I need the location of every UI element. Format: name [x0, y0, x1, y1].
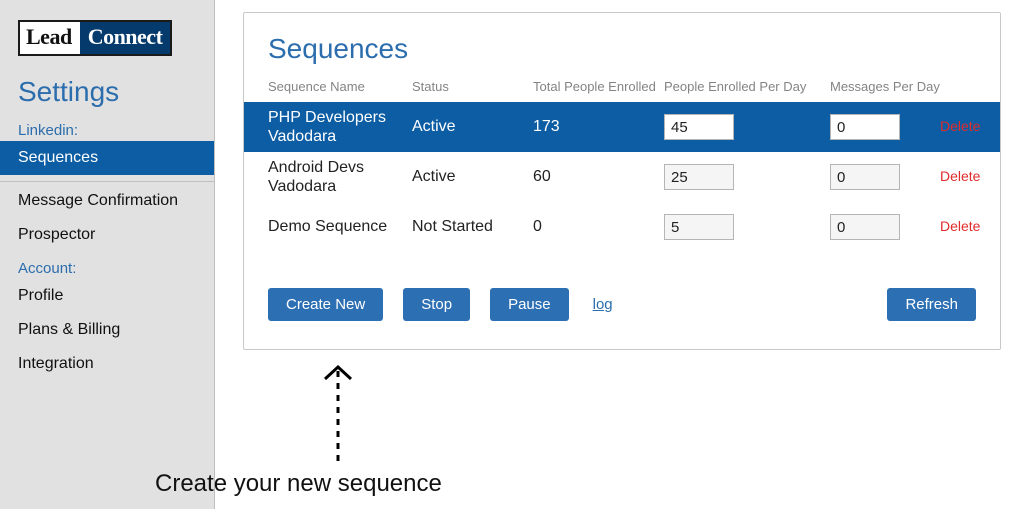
nav-prospector[interactable]: Prospector [0, 218, 214, 252]
delete-link[interactable]: Delete [940, 168, 980, 184]
input-ppd[interactable] [664, 214, 734, 240]
stop-button[interactable]: Stop [403, 288, 470, 321]
refresh-button[interactable]: Refresh [887, 288, 976, 321]
cell-name: Android Devs Vadodara [268, 158, 412, 196]
cell-status: Active [412, 168, 456, 185]
nav-sequences[interactable]: Sequences [0, 141, 214, 175]
logo-lead: Lead [20, 22, 80, 54]
panel-title: Sequences [268, 33, 1000, 65]
table-row[interactable]: PHP Developers Vadodara Active 173 Delet… [244, 102, 1000, 152]
cell-status: Not Started [412, 218, 493, 235]
create-new-button[interactable]: Create New [268, 288, 383, 321]
nav-plans-billing[interactable]: Plans & Billing [0, 313, 214, 347]
delete-link[interactable]: Delete [940, 118, 980, 134]
sidebar: Lead Connect Settings Linkedin: Sequence… [0, 0, 215, 509]
logo: Lead Connect [18, 20, 172, 56]
app-root: Lead Connect Settings Linkedin: Sequence… [0, 0, 1019, 509]
cell-total: 60 [533, 168, 551, 185]
table-row[interactable]: Demo Sequence Not Started 0 Delete [244, 202, 1000, 252]
header-delete [940, 79, 1000, 94]
cell-name: Demo Sequence [268, 217, 387, 236]
nav-integration[interactable]: Integration [0, 347, 214, 381]
header-name: Sequence Name [244, 79, 412, 94]
cell-total: 0 [533, 218, 542, 235]
input-ppd[interactable] [664, 164, 734, 190]
nav-profile[interactable]: Profile [0, 279, 214, 313]
cell-total: 173 [533, 118, 560, 135]
section-account: Account: [18, 260, 214, 277]
main: Sequences Sequence Name Status Total Peo… [215, 0, 1019, 509]
header-mpd: Messages Per Day [830, 79, 940, 94]
annotation-text: Create your new sequence [155, 470, 442, 498]
nav-message-confirmation[interactable]: Message Confirmation [0, 184, 214, 218]
cell-status: Active [412, 118, 456, 135]
delete-link[interactable]: Delete [940, 218, 980, 234]
settings-title: Settings [18, 76, 214, 108]
input-mpd[interactable] [830, 114, 900, 140]
header-total: Total People Enrolled [533, 79, 664, 94]
table-row[interactable]: Android Devs Vadodara Active 60 Delete [244, 152, 1000, 202]
header-status: Status [412, 79, 533, 94]
sequences-panel: Sequences Sequence Name Status Total Peo… [243, 12, 1001, 350]
input-mpd[interactable] [830, 164, 900, 190]
input-mpd[interactable] [830, 214, 900, 240]
header-ppd: People Enrolled Per Day [664, 79, 830, 94]
log-link[interactable]: log [593, 296, 613, 313]
section-linkedin: Linkedin: [18, 122, 214, 139]
cell-name: PHP Developers Vadodara [268, 108, 412, 146]
action-bar: Create New Stop Pause log Refresh [268, 288, 976, 321]
logo-connect: Connect [80, 22, 171, 54]
table-headers: Sequence Name Status Total People Enroll… [244, 79, 1000, 102]
nav-divider [0, 181, 214, 182]
input-ppd[interactable] [664, 114, 734, 140]
pause-button[interactable]: Pause [490, 288, 569, 321]
